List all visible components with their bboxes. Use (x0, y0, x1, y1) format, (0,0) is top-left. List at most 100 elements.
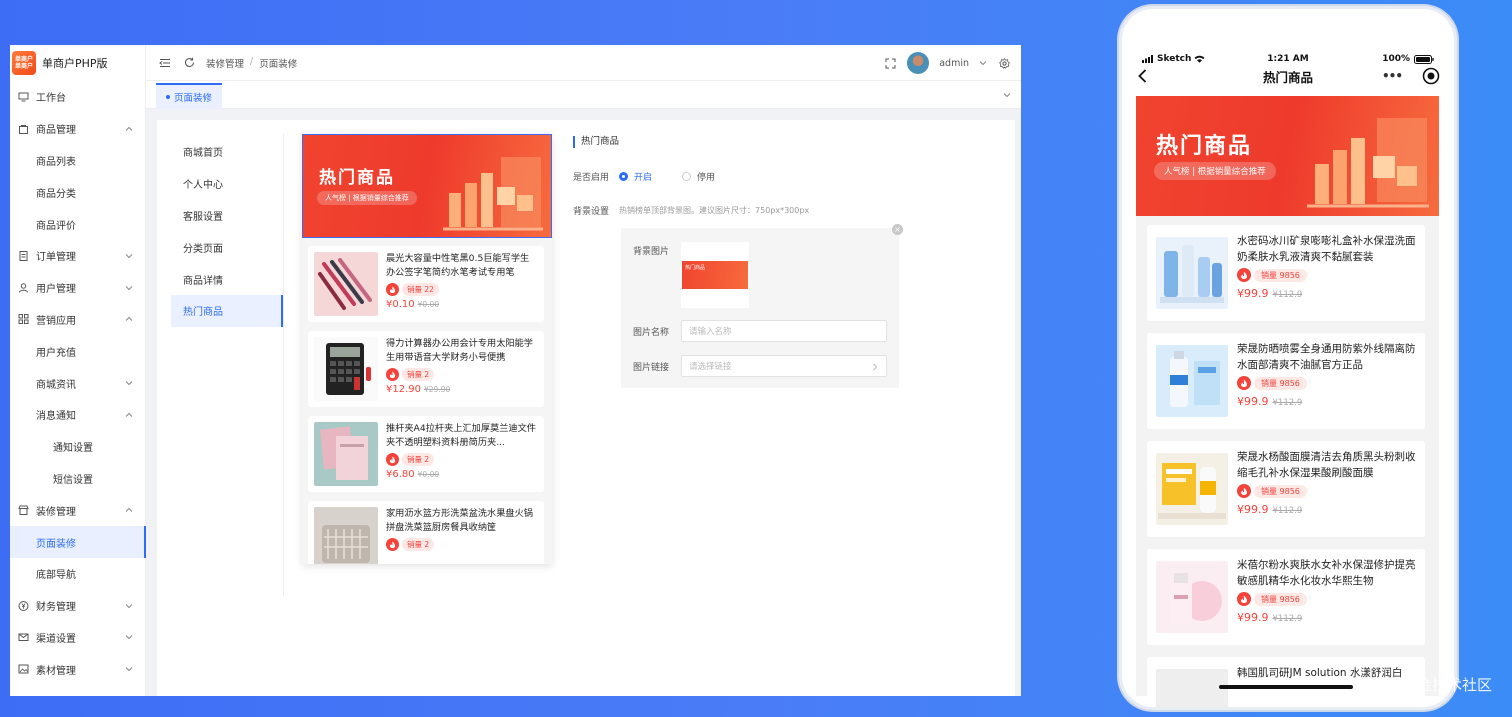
radio-enable-off[interactable]: 停用 (682, 170, 715, 183)
sidebar-item-marketing[interactable]: 营销应用 (10, 304, 145, 336)
preview-product-card[interactable]: 家用沥水篮方形洗菜盆洗水果盘火锅拼盘洗菜篮厨房餐具收纳筐 销量 2 (308, 501, 544, 564)
page-item-home[interactable]: 商城首页 (171, 136, 283, 168)
sidebar-item-channel[interactable]: 渠道设置 (10, 622, 145, 654)
phone-hot-goods-banner[interactable]: 热门商品 人气榜 | 根据销量综合推荐 (1136, 96, 1439, 216)
page-list: 商城首页 个人中心 客服设置 分类页面 商品详情 热门商品 (171, 136, 283, 327)
background-label: 背景设置 (573, 207, 610, 217)
product-price: ¥12.90 ¥29.90 (386, 384, 538, 395)
chevron-up-icon (125, 412, 133, 417)
chevron-right-icon (873, 363, 878, 371)
image-name-input[interactable]: 请输入名称 (681, 320, 887, 342)
background-image-thumbnail[interactable]: 热门商品 (681, 242, 749, 308)
sidebar-item-notify[interactable]: 消息通知 (10, 399, 145, 431)
chevron-up-icon (125, 317, 133, 322)
apps-icon (18, 314, 29, 325)
sidebar-item-notify-settings[interactable]: 通知设置 (10, 431, 145, 463)
page-item-detail[interactable]: 商品详情 (171, 263, 283, 295)
preview-product-card[interactable]: 推杆夹A4拉杆夹上汇加厚莫兰迪文件夹不透明塑料资料册简历夹... 销量 2 ¥6… (308, 416, 544, 492)
product-sales: 销量 2 (386, 453, 538, 466)
phone-product-card[interactable]: 荣晟水杨酸面膜清洁去角质黑头粉刺收缩毛孔补水保湿果酸刷酸面膜 销量 9856 ¥… (1147, 441, 1425, 537)
sidebar-item-label: 商品列表 (36, 156, 76, 168)
image-label: 背景图片 (633, 247, 670, 257)
price: ¥0.10 (386, 299, 415, 310)
watermark: @稀土掘金技术社区 (1356, 676, 1492, 694)
banner-title: 热门商品 (319, 168, 395, 188)
sidebar-item-bottom-nav[interactable]: 底部导航 (10, 558, 145, 590)
logo-top-text: 单商户 (14, 55, 33, 63)
sidebar-item-goods[interactable]: 商品管理 (10, 113, 145, 145)
product-info: 家用沥水篮方形洗菜盆洗水果盘火锅拼盘洗菜篮厨房餐具收纳筐 销量 2 (386, 507, 538, 564)
original-price: ¥0.00 (417, 300, 440, 309)
fire-icon (1237, 484, 1251, 498)
chevron-down-icon (125, 635, 133, 640)
sidebar-item-label: 短信设置 (53, 474, 93, 486)
sidebar-item-goods-category[interactable]: 商品分类 (10, 176, 145, 208)
yen-icon (18, 600, 29, 611)
sidebar-item-recharge[interactable]: 用户充值 (10, 335, 145, 367)
preview-product-card[interactable]: 晨光大容量中性笔黑0.5巨能写学生办公签字笔简约水笔考试专用笔 销量 22 ¥0… (308, 246, 544, 322)
sidebar-item-dashboard[interactable]: 工作台 (10, 81, 145, 113)
close-icon[interactable]: × (892, 224, 903, 235)
product-image-folder (314, 422, 378, 486)
sidebar-item-goods-review[interactable]: 商品评价 (10, 208, 145, 240)
tab-label: 页面装修 (174, 93, 213, 104)
hot-goods-banner[interactable]: 热门商品 人气榜 | 根据销量综合推荐 (302, 134, 552, 238)
phone-product-card[interactable]: 水密码冰川矿泉嘭嘭礼盒补水保湿洗面奶柔肤水乳液清爽不黏腻套装 销量 9856 ¥… (1147, 225, 1425, 321)
admin-username[interactable]: admin (939, 58, 969, 69)
original-price: ¥29.90 (424, 385, 451, 394)
fullscreen-icon[interactable] (883, 56, 897, 70)
price: ¥6.80 (386, 469, 415, 480)
original-price: ¥112.9 (1272, 290, 1303, 300)
chevron-down-icon[interactable] (979, 59, 987, 67)
chevron-down-icon[interactable] (1003, 91, 1011, 99)
more-icon[interactable]: ••• (1382, 69, 1403, 83)
phone-mockup: Sketch 1:21 AM 100% 热门商品 ••• 热门商品 人气榜 | … (1119, 6, 1457, 710)
settings-gear-icon[interactable] (997, 56, 1011, 70)
sidebar-item-label: 营销应用 (36, 315, 76, 327)
avatar[interactable] (907, 52, 930, 74)
user-icon (18, 282, 29, 293)
close-target-icon[interactable] (1422, 67, 1440, 85)
sidebar-item-goods-list[interactable]: 商品列表 (10, 145, 145, 177)
product-image-partial (1156, 669, 1228, 707)
chevron-down-icon (125, 254, 133, 259)
logo-row: 单商户 单商户 单商户PHP版 (10, 45, 145, 81)
sidebar-item-sms-settings[interactable]: 短信设置 (10, 463, 145, 495)
product-price: ¥6.80 ¥0.00 (386, 469, 538, 480)
page-item-service[interactable]: 客服设置 (171, 200, 283, 232)
sidebar-item-finance[interactable]: 财务管理 (10, 590, 145, 622)
tab-page-decoration[interactable]: 页面装修 (156, 83, 223, 109)
sales-count: 销量 2 (402, 453, 435, 466)
sidebar-item-label: 素材管理 (36, 665, 76, 677)
phone-product-list: 水密码冰川矿泉嘭嘭礼盒补水保湿洗面奶柔肤水乳液清爽不黏腻套装 销量 9856 ¥… (1136, 216, 1439, 707)
sidebar-item-orders[interactable]: 订单管理 (10, 240, 145, 272)
page-item-category[interactable]: 分类页面 (171, 231, 283, 263)
sidebar-item-label: 用户管理 (36, 284, 76, 296)
page-item-hot-goods[interactable]: 热门商品 (171, 294, 283, 327)
radio-unchecked-icon (682, 172, 692, 181)
product-title: 米蓓尔粉水爽肤水女补水保湿修护提亮敏感肌精华水化妆水华熙生物 (1237, 559, 1416, 587)
sidebar-item-page-decoration[interactable]: 页面装修 (10, 526, 146, 558)
sidebar-item-label: 工作台 (36, 93, 66, 105)
fire-icon (386, 283, 399, 296)
breadcrumb-item[interactable]: 装修管理 (206, 56, 244, 70)
product-info: 得力计算器办公用会计专用太阳能学生用带语音大学财务小号便携 销量 2 ¥12.9… (386, 337, 538, 401)
topbar: 装修管理 / 页面装修 admin (146, 45, 1021, 81)
sidebar-item-decoration[interactable]: 装修管理 (10, 494, 145, 526)
image-link-select[interactable]: 请选择链接 (681, 355, 887, 377)
page-item-profile[interactable]: 个人中心 (171, 168, 283, 200)
back-icon[interactable] (1138, 69, 1147, 83)
thumbnail-text: 热门商品 (685, 265, 706, 271)
sidebar-item-label: 商品评价 (36, 220, 76, 232)
sidebar-item-materials[interactable]: 素材管理 (10, 653, 145, 685)
sidebar-item-users[interactable]: 用户管理 (10, 272, 145, 304)
phone-product-card[interactable]: 荣晟防晒喷雾全身通用防紫外线隔离防水面部清爽不油腻官方正品 销量 9856 ¥9… (1147, 333, 1425, 429)
sidebar-item-news[interactable]: 商城资讯 (10, 367, 145, 399)
radio-enable-on[interactable]: 开启 (619, 170, 652, 183)
refresh-icon[interactable] (182, 56, 196, 70)
collapse-menu-icon[interactable] (158, 56, 172, 70)
original-price: ¥112.9 (1272, 614, 1303, 624)
phone-product-card[interactable]: 米蓓尔粉水爽肤水女补水保湿修护提亮敏感肌精华水化妆水华熙生物 销量 9856 ¥… (1147, 549, 1425, 645)
banner-subtitle: 人气榜 | 根据销量综合推荐 (1154, 162, 1276, 180)
preview-product-card[interactable]: 得力计算器办公用会计专用太阳能学生用带语音大学财务小号便携 销量 2 ¥12.9… (308, 331, 544, 407)
